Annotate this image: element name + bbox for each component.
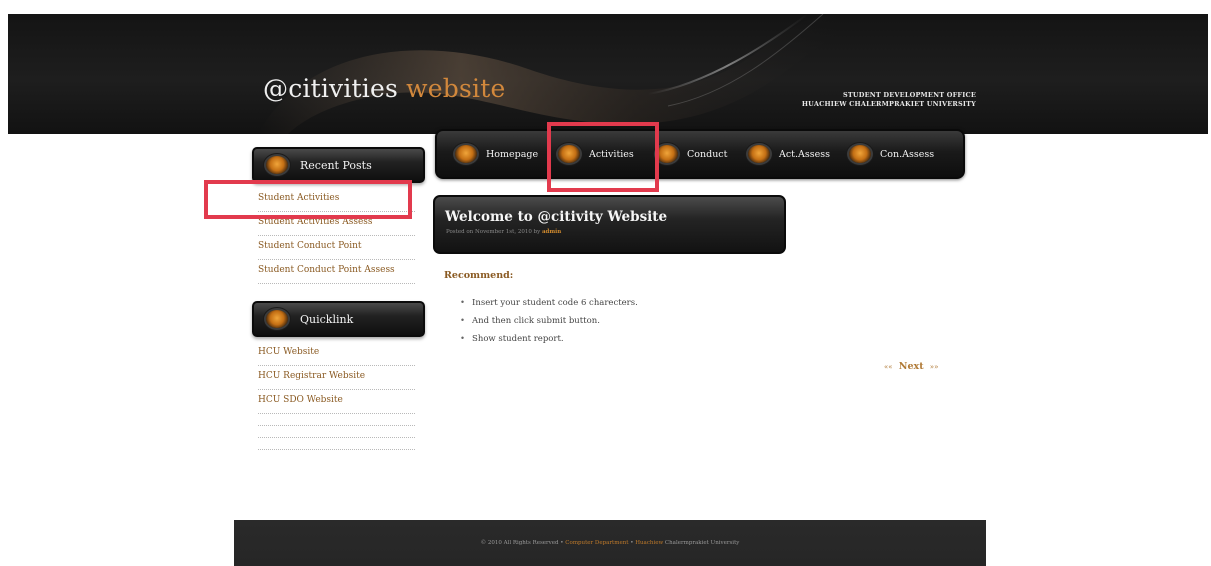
post-meta-text: Posted on November 1st, 2010 by [446,229,542,235]
orb-icon [748,145,770,163]
sidebar-link-student-conduct-point-assess[interactable]: Student Conduct Point Assess [258,260,415,284]
org-line-1: STUDENT DEVELOPMENT OFFICE [843,91,976,99]
main-nav: Homepage Activities Conduct Act.Assess C… [435,129,965,179]
welcome-title[interactable]: Welcome to @citivity Website [445,209,667,225]
nav-item-label: Con.Assess [880,148,935,160]
recommend-heading: Recommend: [444,270,514,281]
post-author-link[interactable]: admin [542,229,561,235]
sidebar-divider [258,426,415,438]
post-meta: Posted on November 1st, 2010 by admin [446,229,561,235]
org-line-2: HUACHIEW CHALERMPRAKIET UNIVERSITY [801,100,976,108]
quicklink-title: Quicklink [300,312,354,326]
list-item: Insert your student code 6 charecters. [460,296,638,314]
orb-icon [656,145,678,163]
site-header: @citivities website STUDENT DEVELOPMENT … [8,14,1208,134]
nav-item-conduct[interactable]: Conduct [656,143,727,165]
orb-icon [266,156,288,174]
next-page-link[interactable]: Next [899,361,924,372]
recent-posts-list: Student Activities Student Activities As… [258,188,415,284]
sidebar-link-hcu-website[interactable]: HCU Website [258,342,415,366]
nav-item-label: Conduct [687,148,728,160]
sidebar-divider [258,438,415,450]
sidebar-divider [258,414,415,426]
quicklink-header: Quicklink [252,301,425,337]
site-footer: © 2010 All Rights Reserved • Computer De… [234,520,986,566]
orb-icon [558,145,580,163]
footer-dept-link[interactable]: Computer Department [565,540,628,546]
pager-next-arrows[interactable]: »» [928,363,939,371]
nav-item-activities[interactable]: Activities [558,143,634,165]
site-title[interactable]: @citivities website [263,74,505,103]
pagination: «« Next »» [884,361,938,372]
sidebar-link-hcu-registrar-website[interactable]: HCU Registrar Website [258,366,415,390]
footer-university-link[interactable]: Huachiew [635,540,663,546]
footer-university-text: Chalermprakiet University [663,540,740,546]
orb-icon [455,145,477,163]
orb-icon [849,145,871,163]
header-swoosh-decoration [258,14,838,134]
list-item: Show student report. [460,332,638,350]
recent-posts-header: Recent Posts [252,147,425,183]
sidebar-link-student-activities[interactable]: Student Activities [258,188,415,212]
quicklink-list: HCU Website HCU Registrar Website HCU SD… [258,342,415,450]
site-title-main: @citivities [263,74,407,103]
site-title-accent: website [406,74,506,103]
pager-prev-arrows[interactable]: «« [884,363,895,371]
nav-item-act-assess[interactable]: Act.Assess [748,143,830,165]
nav-item-con-assess[interactable]: Con.Assess [849,143,934,165]
nav-item-label: Activities [589,148,634,160]
nav-item-label: Act.Assess [779,148,831,160]
list-item: And then click submit button. [460,314,638,332]
sidebar-link-student-conduct-point[interactable]: Student Conduct Point [258,236,415,260]
recent-posts-title: Recent Posts [300,158,372,172]
organization-name: STUDENT DEVELOPMENT OFFICE HUACHIEW CHAL… [802,91,976,109]
orb-icon [266,310,288,328]
nav-item-homepage[interactable]: Homepage [455,143,538,165]
footer-copyright-text: © 2010 All Rights Reserved • [480,540,566,546]
recommend-list: Insert your student code 6 charecters. A… [460,296,638,350]
nav-item-label: Homepage [486,148,539,160]
sidebar-link-hcu-sdo-website[interactable]: HCU SDO Website [258,390,415,414]
welcome-post-header: Welcome to @citivity Website Posted on N… [433,195,786,254]
footer-copyright: © 2010 All Rights Reserved • Computer De… [234,540,986,546]
sidebar-link-student-activities-assess[interactable]: Student Activities Assess [258,212,415,236]
